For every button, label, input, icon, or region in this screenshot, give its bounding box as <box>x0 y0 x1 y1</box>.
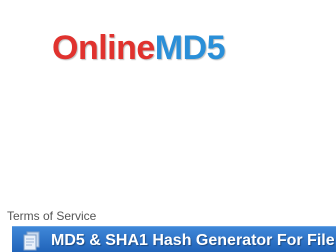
site-logo[interactable]: OnlineMD5 <box>52 28 226 68</box>
logo-online-text: Online <box>52 29 155 67</box>
terms-of-service-link[interactable]: Terms of Service <box>7 209 96 223</box>
document-icon <box>23 231 41 251</box>
page: OnlineMD5 Terms of Service MD5 & SHA1 Ha… <box>0 0 336 252</box>
banner-title: MD5 & SHA1 Hash Generator For File <box>51 232 335 249</box>
page-heading-banner: MD5 & SHA1 Hash Generator For File <box>12 226 336 252</box>
logo-md5-text: MD5 <box>154 29 226 67</box>
